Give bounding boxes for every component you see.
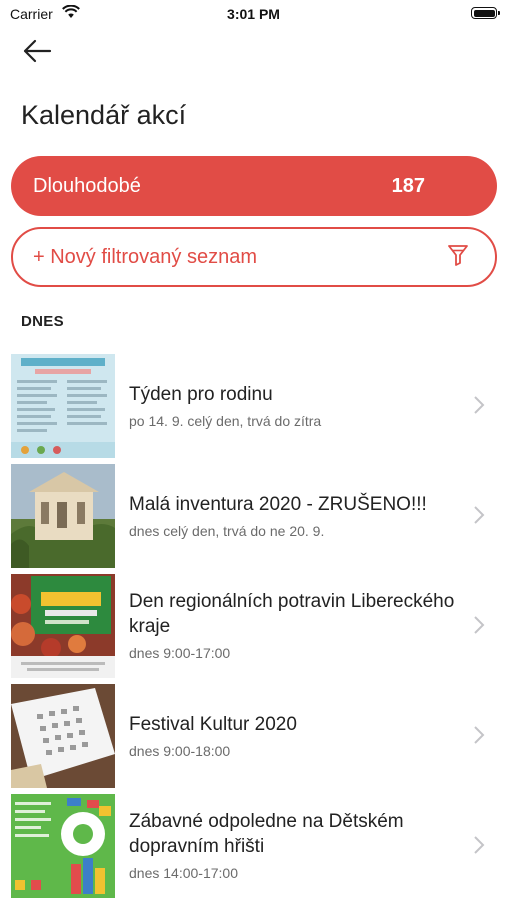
event-thumbnail bbox=[11, 464, 115, 568]
long-term-label: Dlouhodobé bbox=[33, 174, 141, 197]
event-thumbnail bbox=[11, 684, 115, 788]
battery-icon bbox=[471, 7, 500, 19]
event-title: Zábavné odpoledne na Dětském dopravním h… bbox=[129, 811, 404, 857]
list-item[interactable]: Malá inventura 2020 - ZRUŠENO!!! dnes ce… bbox=[0, 460, 507, 570]
event-title: Festival Kultur 2020 bbox=[129, 713, 297, 735]
funnel-icon bbox=[447, 243, 469, 272]
event-thumbnail bbox=[11, 574, 115, 678]
chevron-right-icon bbox=[473, 835, 485, 855]
long-term-count: 187 bbox=[391, 174, 425, 197]
long-term-filter-button[interactable]: Dlouhodobé 187 bbox=[11, 156, 497, 216]
section-header-today: DNES bbox=[21, 313, 64, 330]
list-item[interactable]: Den regionálních potravin Libereckého kr… bbox=[0, 570, 507, 680]
status-time: 3:01 PM bbox=[227, 6, 280, 22]
event-list: Týden pro rodinu po 14. 9. celý den, trv… bbox=[0, 350, 507, 900]
new-filtered-list-label: + Nový filtrovaný seznam bbox=[33, 245, 257, 268]
event-subtitle: dnes 9:00-17:00 bbox=[129, 645, 231, 661]
list-item[interactable]: Týden pro rodinu po 14. 9. celý den, trv… bbox=[0, 350, 507, 460]
page-title: Kalendář akcí bbox=[21, 100, 187, 130]
event-title: Den regionálních potravin Libereckého kr… bbox=[129, 591, 455, 637]
event-thumbnail bbox=[11, 354, 115, 458]
back-button[interactable] bbox=[22, 38, 56, 68]
arrow-left-icon bbox=[22, 39, 52, 68]
chevron-right-icon bbox=[473, 505, 485, 525]
chevron-right-icon bbox=[473, 395, 485, 415]
list-item[interactable]: Zábavné odpoledne na Dětském dopravním h… bbox=[0, 790, 507, 900]
status-bar: Carrier 3:01 PM bbox=[0, 0, 507, 30]
new-filtered-list-button[interactable]: + Nový filtrovaný seznam bbox=[11, 227, 497, 287]
event-subtitle: dnes 14:00-17:00 bbox=[129, 865, 238, 881]
event-subtitle: dnes 9:00-18:00 bbox=[129, 742, 231, 759]
event-title: Týden pro rodinu bbox=[129, 383, 273, 405]
event-title: Malá inventura 2020 - ZRUŠENO!!! bbox=[129, 493, 427, 515]
list-item[interactable]: Festival Kultur 2020 dnes 9:00-18:00 bbox=[0, 680, 507, 790]
event-thumbnail bbox=[11, 794, 115, 898]
chevron-right-icon bbox=[473, 615, 485, 635]
event-subtitle: dnes celý den, trvá do ne 20. 9. bbox=[129, 522, 325, 539]
event-subtitle: po 14. 9. celý den, trvá do zítra bbox=[129, 412, 322, 429]
chevron-right-icon bbox=[473, 725, 485, 745]
